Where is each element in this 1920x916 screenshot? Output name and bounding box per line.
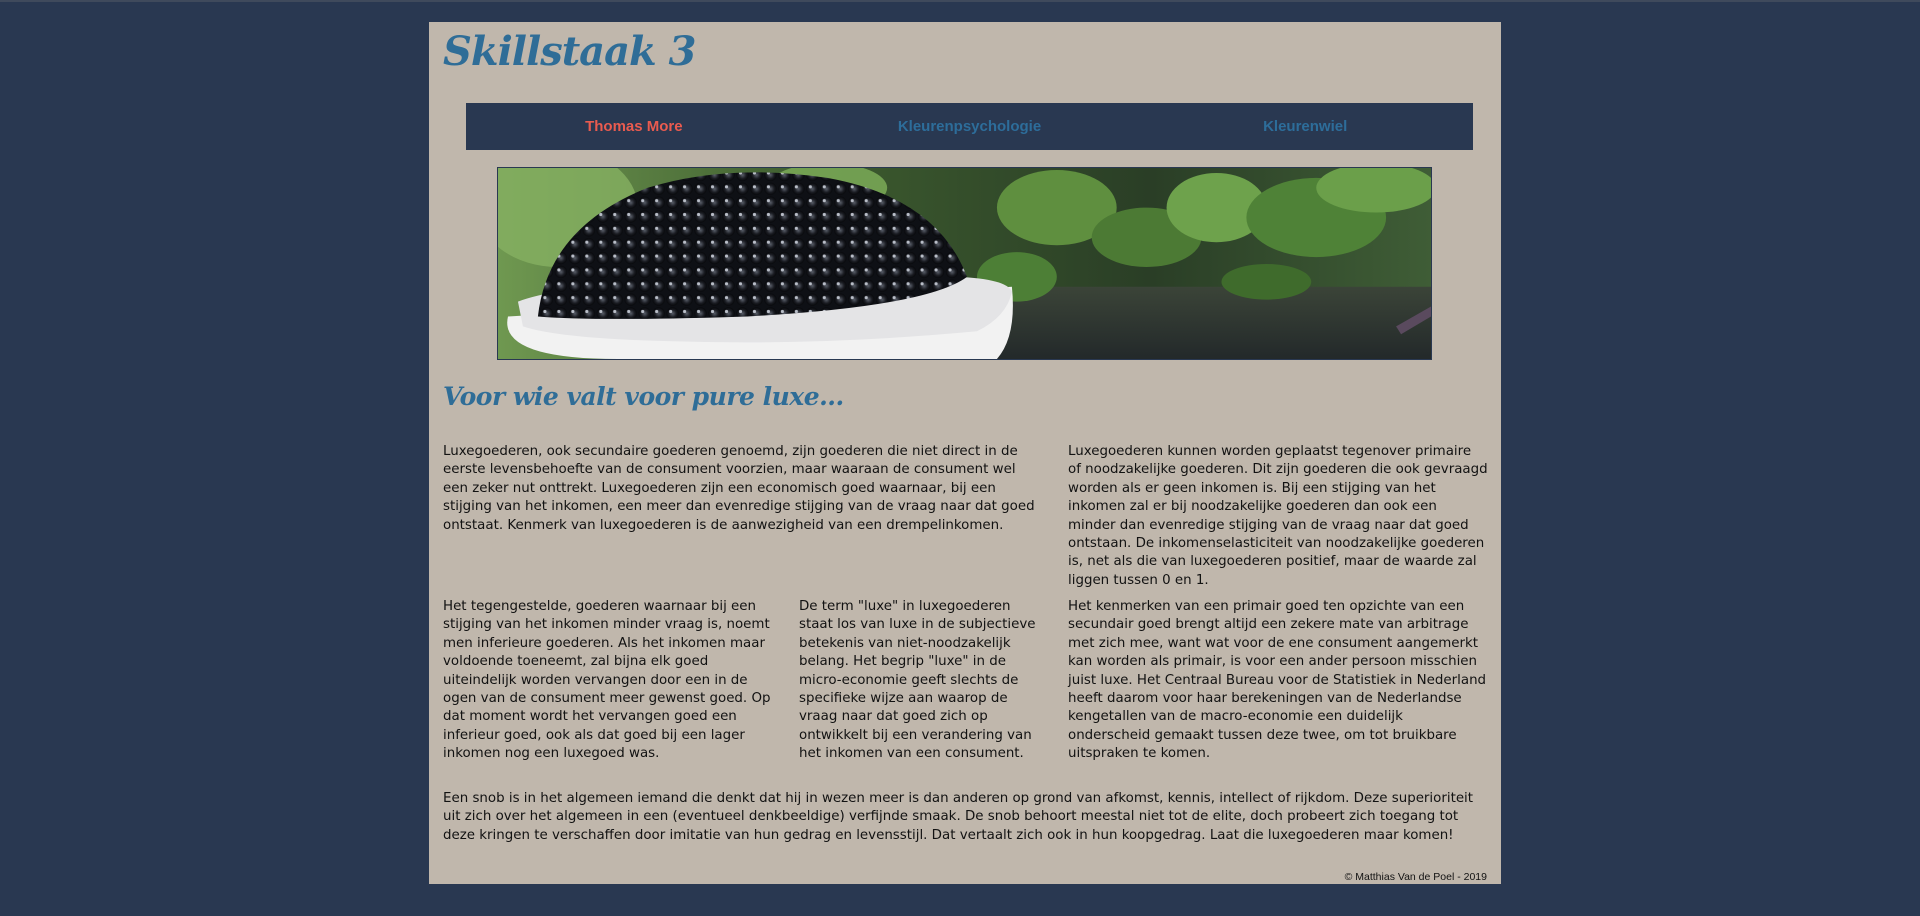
section-heading: Voor wie valt voor pure luxe...: [443, 382, 844, 411]
footer-copyright: © Matthias Van de Poel - 2019: [1344, 871, 1487, 883]
nav-item-kleurenwiel[interactable]: Kleurenwiel: [1137, 118, 1473, 135]
paragraph-primaire-goederen: Luxegoederen kunnen worden geplaatst teg…: [1068, 444, 1488, 588]
paragraph-term-luxe: De term "luxe" in luxegoederen staat los…: [799, 599, 1036, 762]
caviar-banner-graphic: [498, 168, 1431, 359]
paragraph-snob: Een snob is in het algemeen iemand die d…: [443, 791, 1474, 843]
paragraph-primair-vs-secundair: Het kenmerken van een primair goed ten o…: [1068, 599, 1487, 762]
page-container: Skillstaak 3 Thomas More Kleurenpsycholo…: [429, 22, 1501, 884]
main-nav: Thomas More Kleurenpsychologie Kleurenwi…: [466, 103, 1473, 150]
paragraph-inferieure-goederen: Het tegengestelde, goederen waarnaar bij…: [443, 599, 771, 762]
paragraph-luxegoederen-intro: Luxegoederen, ook secundaire goederen ge…: [443, 444, 1035, 533]
top-border: [0, 0, 1920, 2]
caviar-banner-image: [497, 167, 1432, 360]
nav-item-kleurenpsychologie[interactable]: Kleurenpsychologie: [802, 118, 1138, 135]
site-title: Skillstaak 3: [443, 28, 696, 75]
nav-item-thomas-more[interactable]: Thomas More: [466, 118, 802, 135]
